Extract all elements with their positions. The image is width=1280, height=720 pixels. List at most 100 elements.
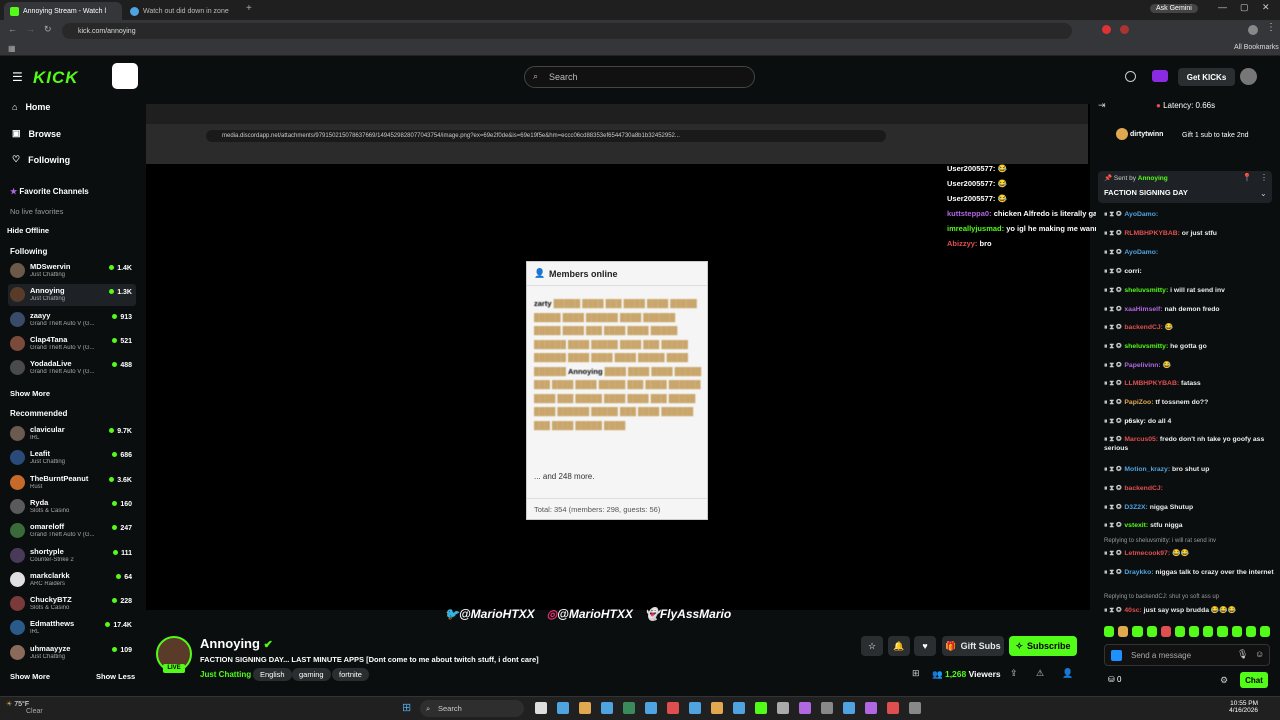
report-icon[interactable]: ⚠ [1036,668,1044,679]
chat-username[interactable]: PapiZoo: [1124,399,1153,406]
extension-icon[interactable] [1120,25,1129,34]
chat-username[interactable]: Draykko: [1124,569,1153,576]
extension-icon[interactable] [1102,25,1111,34]
taskbar-app-icon[interactable] [711,702,723,714]
chat-message[interactable]: ⏸ ⧗ ◎ Papelivinn: 😂 [1104,361,1274,370]
chat-message[interactable]: ⏸ ⧗ ◎ vstexit: stfu nigga [1104,521,1274,530]
emoji-icon[interactable]: ☺ [1255,649,1264,659]
emote-icon[interactable] [1160,626,1171,637]
chat-settings-icon[interactable]: ⚙ [1220,675,1228,686]
chat-message[interactable]: ⏸ ⧗ ◎ AyoDamo: [1104,210,1274,219]
taskbar-app-icon[interactable] [623,702,635,714]
taskbar-app-icon[interactable] [645,702,657,714]
emote-icon[interactable] [1245,626,1256,637]
chat-message[interactable]: ⏸ ⧗ ◎ Motion_krazy: bro shut up [1104,465,1274,474]
sidebar-channel-clap4tana[interactable]: Clap4Tana Grand Theft Auto V (G... 521 [8,333,136,355]
sidebar-channel-uhmaayyze[interactable]: uhmaayyze Just Chatting 109 [8,642,136,664]
chat-message[interactable]: ⏸ ⧗ ◎ 40sc: just say wsp brudda 😂😂😂 [1104,606,1274,615]
system-clock[interactable]: 10:55 PM 4/16/2026 [1214,700,1258,714]
chat-message[interactable]: ⏸ ⧗ ◎ corri: [1104,267,1274,276]
channel-name[interactable]: Annoying ✔ [200,636,273,651]
chat-username[interactable]: Motion_krazy: [1124,466,1170,473]
chat-message[interactable]: ⏸ ⧗ ◎ PapiZoo: tf tossnem do?? [1104,398,1274,407]
sidebar-channel-yodadalive[interactable]: YodadaLive Grand Theft Auto V (G... 488 [8,357,136,379]
chat-username[interactable]: xaaHimself: [1124,306,1162,313]
taskbar-app-icon[interactable] [667,702,679,714]
chat-username[interactable]: backendCJ: [1124,324,1163,331]
taskbar-app-icon[interactable] [799,702,811,714]
clips-icon[interactable] [1125,71,1136,82]
chat-message[interactable]: ⏸ ⧗ ◎ backendCJ: 😂 [1104,323,1274,332]
chat-username[interactable]: p6sky: [1124,418,1146,425]
taskbar-app-icon[interactable] [733,702,745,714]
share-icon[interactable]: ⇪ [1010,668,1018,679]
chat-message[interactable]: ⏸ ⧗ ◎ Draykko: niggas talk to crazy over … [1104,568,1274,577]
emote-icon[interactable] [1217,626,1228,637]
chat-username[interactable]: 40sc: [1124,607,1141,614]
emote-icon[interactable] [1174,626,1186,637]
collapse-chat-icon[interactable]: ⇥ [1098,100,1106,111]
kick-app-icon[interactable] [112,63,138,89]
chat-message[interactable]: ⏸ ⧗ ◎ sheluvsmitty: he gotta go [1104,342,1274,351]
nav-home[interactable]: ⌂ Home [12,102,50,112]
chat-username[interactable]: D3Z2X: [1124,504,1147,511]
pinned-menu-icon[interactable]: ⋮ [1260,173,1268,182]
sidebar-channel-theburntpeanut[interactable]: TheBurntPeanut Rust 3.6K [8,472,136,494]
unpin-icon[interactable]: 📍 [1242,173,1252,182]
chat-username[interactable]: sheluvsmitty: [1124,343,1168,350]
sidebar-channel-clavicular[interactable]: clavicular IRL 9.7K [8,423,136,445]
chat-username[interactable]: LLMBHPKYBAB: [1124,380,1179,387]
emote-icon[interactable] [1146,626,1157,637]
reload-icon[interactable]: ↻ [44,24,52,35]
sidebar-channel-edmatthews[interactable]: Edmatthews IRL 17.4K [8,617,136,639]
taskbar-app-icon[interactable] [755,702,767,714]
chat-message[interactable]: ⏸ ⧗ ◎ Letmecook97: 😂😂 [1104,549,1274,558]
user-icon[interactable]: 👤 [1062,668,1073,679]
sidebar-channel-zaayy[interactable]: zaayy Grand Theft Auto V (G... 913 [8,309,136,331]
taskbar-app-icon[interactable] [689,702,701,714]
taskbar-app-icon[interactable] [843,702,855,714]
tag-english[interactable]: English [253,668,292,681]
sidebar-channel-mdswervin[interactable]: MDSwervin Just Chatting 1.4K [8,260,136,282]
streamer-tools-icon[interactable] [1152,70,1168,82]
taskbar-app-icon[interactable] [887,702,899,714]
get-kicks-button[interactable]: Get KICKs [1178,68,1235,86]
chat-username[interactable]: vstexit: [1124,522,1148,529]
chat-message[interactable]: ⏸ ⧗ ◎ xaaHimself: nah demon fredo [1104,305,1274,314]
chat-mode-icon[interactable] [1111,650,1122,661]
chat-username[interactable]: Papelivinn: [1124,362,1160,369]
emote-icon[interactable] [1189,626,1200,637]
search-input[interactable]: ⌕ Search [524,66,755,88]
sidebar-channel-chuckybtz[interactable]: ChuckyBTZ Slots & Casino 228 [8,593,136,615]
send-chat-button[interactable]: Chat [1240,672,1268,688]
nav-following[interactable]: ♡ Following [12,154,70,165]
chat-username[interactable]: Letmecook97: [1124,550,1170,557]
emote-icon[interactable] [1104,626,1115,637]
show-more-button[interactable]: Show More [10,672,50,681]
chat-input[interactable]: Send a message 🎙 ☺ [1104,644,1270,666]
minimize-icon[interactable]: — [1218,2,1227,12]
taskbar-app-icon[interactable] [535,702,547,714]
chat-message[interactable]: ⏸ ⧗ ◎ Marcus05: fredo don't nh take yo go… [1104,435,1274,453]
chat-message[interactable]: ⏸ ⧗ ◎ AyoDamo: [1104,248,1274,257]
notification-button[interactable]: 🔔 [888,636,910,656]
sidebar-channel-markclarkk[interactable]: markclarkk ARC Raiders 64 [8,569,136,591]
show-less-button[interactable]: Show Less [96,672,135,681]
nav-browse[interactable]: ▣ Browse [12,128,61,139]
emote-icon[interactable] [1132,626,1143,637]
chat-message[interactable]: ⏸ ⧗ ◎ backendCJ: [1104,484,1274,493]
windows-start-icon[interactable]: ⊞ [402,701,411,714]
taskbar-app-icon[interactable] [865,702,877,714]
chat-username[interactable]: sheluvsmitty: [1124,287,1168,294]
subscribe-button[interactable]: ✧ Subscribe [1009,636,1077,656]
emote-icon[interactable] [1231,626,1242,637]
chat-message[interactable]: ⏸ ⧗ ◎ p6sky: do all 4 [1104,417,1274,426]
chat-username[interactable]: Marcus05: [1124,436,1158,443]
hamburger-menu-icon[interactable]: ☰ [12,70,23,84]
weather-widget[interactable]: ☀ 75°F Clear [6,700,43,715]
favorite-star-button[interactable]: ☆ [861,636,883,656]
profile-avatar[interactable] [1248,25,1258,35]
taskbar-app-icon[interactable] [777,702,789,714]
sidebar-channel-shortyple[interactable]: shortyple Counter-Strike 2 111 [8,545,136,567]
tag-gaming[interactable]: gaming [292,668,331,681]
